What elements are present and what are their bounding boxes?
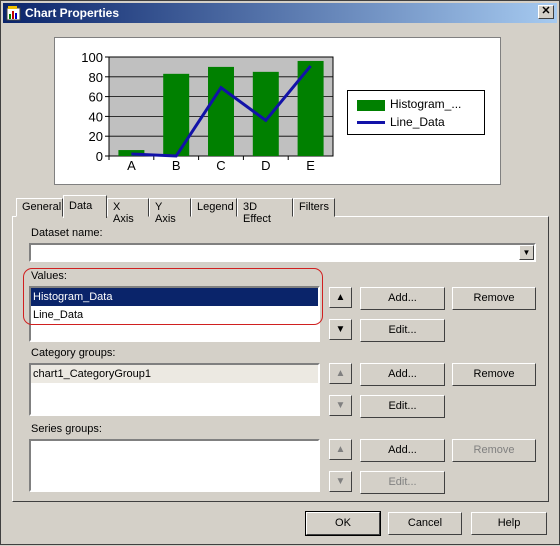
- arrow-up-icon: ▲: [335, 292, 346, 303]
- series-add-button[interactable]: Add...: [360, 439, 445, 462]
- legend-label-histogram: Histogram_...: [390, 97, 462, 111]
- values-edit-button[interactable]: Edit...: [360, 319, 445, 342]
- category-remove-button[interactable]: Remove: [452, 363, 536, 386]
- tab-data[interactable]: Data: [63, 195, 107, 218]
- category-groups-label: Category groups:: [31, 347, 116, 359]
- chart-legend: Histogram_... Line_Data: [347, 90, 485, 135]
- arrow-up-icon: ▲: [335, 444, 346, 455]
- series-edit-button[interactable]: Edit...: [360, 471, 445, 494]
- window-title: Chart Properties: [25, 6, 120, 20]
- arrow-down-icon: ▼: [335, 324, 346, 335]
- category-move-up-button[interactable]: ▲: [329, 363, 352, 384]
- tab-legend[interactable]: Legend: [191, 198, 237, 217]
- title-bar[interactable]: Chart Properties ✕: [3, 3, 557, 23]
- arrow-down-icon: ▼: [335, 476, 346, 487]
- series-groups-list[interactable]: [29, 439, 320, 492]
- chart-properties-dialog: Chart Properties ✕ 0 20 40 60 80 100 A B C D E His…: [0, 0, 560, 545]
- cancel-button[interactable]: Cancel: [388, 512, 462, 535]
- list-item-line-data[interactable]: Line_Data: [31, 306, 318, 324]
- series-remove-button[interactable]: Remove: [452, 439, 536, 462]
- values-label: Values:: [31, 270, 67, 282]
- close-button[interactable]: ✕: [538, 5, 554, 19]
- legend-swatch-line: [357, 121, 385, 124]
- tab-y-axis[interactable]: Y Axis: [149, 198, 191, 225]
- series-groups-label: Series groups:: [31, 423, 102, 435]
- move-down-button[interactable]: ▼: [329, 319, 352, 340]
- list-item-category-group[interactable]: chart1_CategoryGroup1: [31, 365, 318, 383]
- category-add-button[interactable]: Add...: [360, 363, 445, 386]
- series-move-down-button[interactable]: ▼: [329, 471, 352, 492]
- tab-general[interactable]: General: [16, 198, 63, 217]
- values-remove-button[interactable]: Remove: [452, 287, 536, 310]
- tab-filters[interactable]: Filters: [293, 198, 335, 217]
- dataset-name-combo[interactable]: ▼: [29, 243, 536, 262]
- category-move-down-button[interactable]: ▼: [329, 395, 352, 416]
- move-up-button[interactable]: ▲: [329, 287, 352, 308]
- arrow-up-icon: ▲: [335, 368, 346, 379]
- ok-button[interactable]: OK: [305, 511, 381, 536]
- dataset-name-label: Dataset name:: [31, 227, 103, 239]
- chevron-down-icon[interactable]: ▼: [519, 245, 534, 260]
- legend-label-line: Line_Data: [390, 115, 445, 129]
- category-groups-list[interactable]: chart1_CategoryGroup1: [29, 363, 320, 416]
- list-item-histogram-data[interactable]: Histogram_Data: [31, 288, 318, 306]
- help-button[interactable]: Help: [471, 512, 547, 535]
- values-add-button[interactable]: Add...: [360, 287, 445, 310]
- tab-3d-effect[interactable]: 3D Effect: [237, 198, 293, 225]
- legend-swatch-histogram: [357, 100, 385, 111]
- tab-x-axis[interactable]: X Axis: [107, 198, 149, 225]
- chart-properties-icon: [6, 6, 21, 21]
- series-move-up-button[interactable]: ▲: [329, 439, 352, 460]
- arrow-down-icon: ▼: [335, 400, 346, 411]
- category-edit-button[interactable]: Edit...: [360, 395, 445, 418]
- values-list[interactable]: Histogram_Data Line_Data: [29, 286, 320, 342]
